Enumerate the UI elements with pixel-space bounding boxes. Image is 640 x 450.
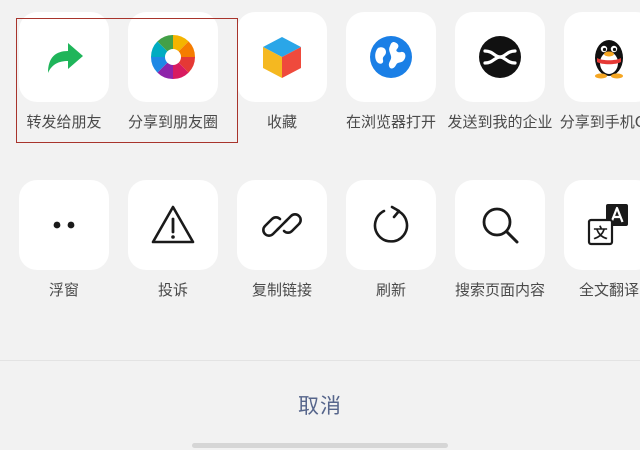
- copy-link-label: 复制链接: [251, 281, 312, 299]
- share-to-qq-button[interactable]: [564, 12, 640, 102]
- favorites-button[interactable]: [237, 12, 327, 102]
- translate-button[interactable]: 文: [564, 180, 640, 270]
- qq-penguin-icon: [595, 40, 623, 79]
- translate-icon: 文: [587, 204, 628, 246]
- floating-window-button[interactable]: [19, 180, 109, 270]
- sheet-divider: [0, 360, 640, 361]
- warning-triangle-icon: [151, 205, 195, 244]
- floating-window-icon: [53, 221, 75, 229]
- favorites-label: 收藏: [266, 113, 297, 131]
- share-forward-friend-label: 转发给朋友: [26, 113, 102, 131]
- favorites-cube-icon: [263, 37, 301, 78]
- wecom-icon: [479, 36, 521, 78]
- share-forward-friend-button[interactable]: [19, 12, 109, 102]
- svg-text:文: 文: [594, 225, 609, 242]
- share-moments-button[interactable]: [128, 12, 218, 102]
- share-to-qq-label: 分享到手机QQ: [559, 113, 640, 131]
- home-indicator: [192, 443, 448, 448]
- copy-link-button[interactable]: [237, 180, 327, 270]
- complain-button[interactable]: [128, 180, 218, 270]
- link-icon: [262, 213, 302, 237]
- moments-aperture-icon: [150, 34, 196, 80]
- refresh-button[interactable]: [346, 180, 436, 270]
- send-to-enterprise-label: 发送到我的企业: [447, 113, 553, 131]
- open-in-browser-label: 在浏览器打开: [345, 113, 436, 131]
- search-page-button[interactable]: [455, 180, 545, 270]
- translate-label: 全文翻译: [578, 281, 639, 299]
- open-in-browser-button[interactable]: [346, 12, 436, 102]
- search-icon: [482, 207, 519, 244]
- refresh-icon: [373, 205, 409, 243]
- browser-globe-icon: [370, 36, 412, 78]
- forward-arrow-icon: [48, 43, 83, 73]
- floating-window-label: 浮窗: [48, 281, 79, 299]
- cancel-button[interactable]: 取消: [0, 381, 640, 431]
- share-moments-label: 分享到朋友圈: [127, 113, 218, 131]
- complain-label: 投诉: [157, 281, 188, 299]
- send-to-enterprise-button[interactable]: [455, 12, 545, 102]
- search-page-label: 搜索页面内容: [454, 281, 545, 299]
- refresh-label: 刷新: [375, 281, 406, 299]
